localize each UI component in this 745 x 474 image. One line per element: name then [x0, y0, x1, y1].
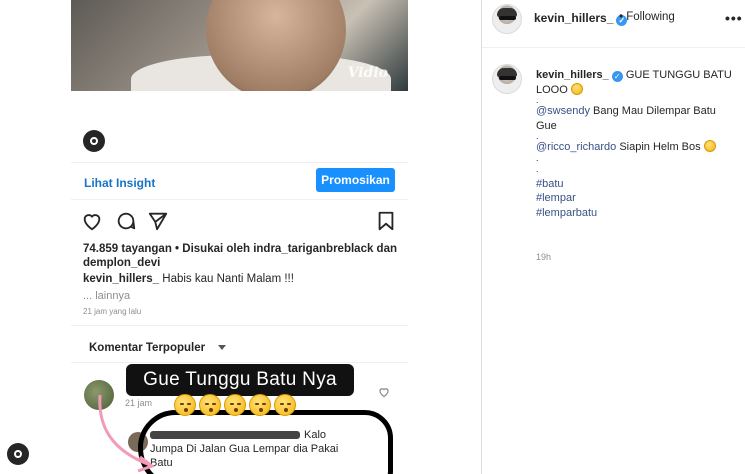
grin-emoji-icon — [703, 140, 716, 152]
post-timestamp: 21 jam yang lalu — [83, 307, 142, 316]
promote-button[interactable]: Promosikan — [316, 168, 395, 192]
divider — [71, 362, 408, 363]
author-avatar[interactable] — [492, 4, 522, 34]
comment-sort-label[interactable]: Komentar Terpopuler — [89, 342, 205, 354]
kiss-emoji-icon — [174, 394, 196, 416]
video-watermark: Vidio — [347, 65, 388, 81]
caption-text: Habis kau Nanti Malam !!! — [162, 273, 294, 285]
grin-emoji-icon — [570, 82, 583, 95]
author-username[interactable]: kevin_hillers_ ✓ — [534, 11, 628, 26]
more-link[interactable]: ... lainnya — [83, 290, 130, 302]
bookmark-icon[interactable] — [375, 210, 397, 232]
mention1-text2: Gue — [536, 119, 557, 132]
panel-header: kevin_hillers_ ✓ • Following ••• — [482, 0, 745, 48]
chevron-down-icon[interactable] — [218, 345, 226, 350]
more-options-icon[interactable]: ••• — [725, 10, 743, 26]
profile-icon[interactable] — [7, 443, 29, 465]
pink-arrow-annotation — [98, 395, 156, 473]
sticker-caption: Gue Tunggu Batu Nya — [126, 364, 354, 396]
video-thumbnail[interactable]: Vidio — [71, 0, 408, 91]
video-person-face — [206, 0, 346, 91]
verified-badge-icon: ✓ — [611, 71, 623, 82]
following-button[interactable]: • Following — [619, 11, 675, 23]
kiss-emoji-icon — [274, 394, 296, 416]
heart-icon[interactable] — [81, 210, 103, 232]
share-icon[interactable] — [147, 210, 169, 232]
caption-avatar[interactable] — [492, 64, 522, 94]
mention1-text: Bang Mau Dilempar Batu — [593, 105, 716, 117]
mention2-text: Siapin Helm Bos — [619, 141, 701, 153]
hashtag-lempar[interactable]: #lempar — [536, 191, 736, 206]
divider — [71, 325, 408, 326]
hashtag-lemparbatu[interactable]: #lemparbatu — [536, 206, 736, 221]
insight-link[interactable]: Lihat Insight — [84, 176, 155, 190]
kiss-emoji-icon — [249, 394, 271, 416]
post-age: 19h — [536, 252, 552, 262]
mention-swsendy[interactable]: @swsendy — [536, 105, 590, 117]
caption-dot: . — [536, 152, 539, 163]
profile-icon[interactable] — [83, 130, 105, 152]
post-actions — [81, 210, 397, 234]
kiss-emoji-icon — [224, 394, 246, 416]
mention-ricco-richardo[interactable]: @ricco_richardo — [536, 141, 616, 153]
caption-line2: LOOO — [536, 83, 568, 96]
caption-dot: . — [536, 163, 539, 174]
marker-circle-annotation — [138, 410, 393, 474]
caption-body: kevin_hillers_ ✓ GUE TUNGGU BATU LOOO . @… — [536, 68, 736, 220]
caption-username[interactable]: kevin_hillers_ — [83, 273, 159, 285]
post-stats: 74.859 tayangan • Disukai oleh indra_tar… — [83, 243, 398, 269]
caption-username[interactable]: kevin_hillers_ — [536, 69, 609, 81]
screenshot-root: Vidio Lihat Insight Promosikan 74.859 ta… — [0, 0, 745, 474]
post-side-panel: kevin_hillers_ ✓ • Following ••• kevin_hi… — [482, 0, 745, 474]
caption-dot: . — [536, 95, 539, 105]
caption-dot: . — [536, 131, 539, 141]
kiss-emoji-icon — [199, 394, 221, 416]
hashtag-batu[interactable]: #batu — [536, 177, 736, 192]
kiss-emoji-row — [174, 394, 296, 416]
caption-line1: GUE TUNGGU BATU — [625, 69, 732, 81]
post-caption: kevin_hillers_ Habis kau Nanti Malam !!! — [83, 273, 294, 285]
comment-heart-icon[interactable] — [378, 386, 390, 398]
comment-icon[interactable] — [115, 210, 137, 232]
post-media-area: Vidio Lihat Insight Promosikan 74.859 ta… — [0, 0, 482, 474]
